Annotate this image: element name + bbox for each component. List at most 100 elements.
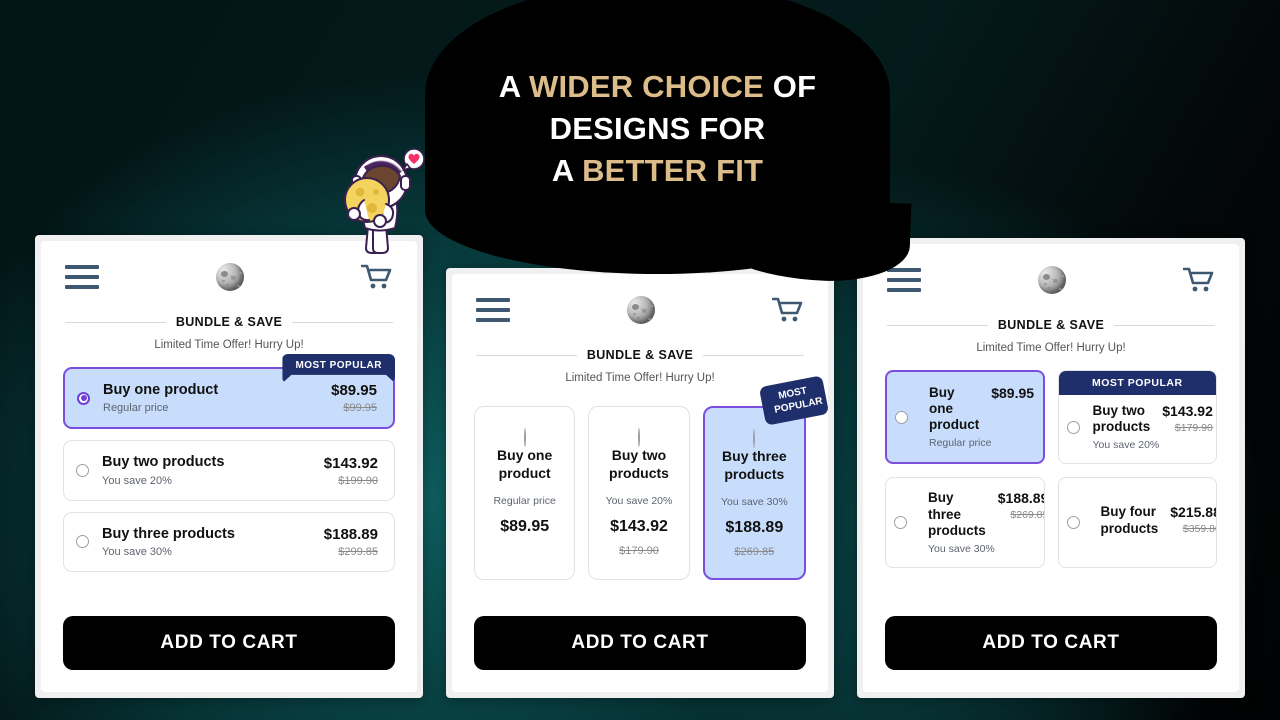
option-note: Regular price xyxy=(929,437,992,450)
bundle-subtitle: Limited Time Offer! Hurry Up! xyxy=(565,372,715,384)
bundle-option-cell[interactable]: Buy four products $215.88 $359.80 xyxy=(1057,477,1217,568)
phone-mockup-left: BUNDLE & SAVE Limited Time Offer! Hurry … xyxy=(35,235,423,698)
option-title: Buy three products xyxy=(928,490,986,538)
option-old-price xyxy=(483,545,566,559)
hamburger-menu-icon[interactable] xyxy=(476,298,510,322)
promo-banner: BUNDLE & SAVE Limited Time Offer! Hurry … xyxy=(0,0,1280,720)
phone-header-right xyxy=(863,244,1239,294)
option-radio[interactable] xyxy=(76,464,89,478)
phone-mockup-middle: BUNDLE & SAVE Limited Time Offer! Hurry … xyxy=(446,268,834,698)
bundle-title-row: BUNDLE & SAVE xyxy=(452,348,828,362)
option-title: Buy three products xyxy=(722,448,787,482)
option-price: $89.95 xyxy=(331,382,377,400)
headline-line-2: DESIGNS FOR xyxy=(549,111,766,147)
option-old-price: $269.85 xyxy=(1010,509,1043,522)
option-old-price: $359.80 xyxy=(1182,523,1216,536)
option-price: $143.92 xyxy=(610,517,668,535)
option-price: $188.89 xyxy=(323,525,378,543)
headline-seg-d: A xyxy=(551,153,583,189)
option-title: Buy three products xyxy=(102,525,235,542)
option-title: Buy two products xyxy=(1092,403,1151,435)
option-title: Buy one product xyxy=(929,384,980,433)
option-radio[interactable] xyxy=(1066,420,1080,434)
option-radio[interactable] xyxy=(1066,516,1080,530)
bundle-option-cell[interactable]: Buy one product $89.95 Regular price xyxy=(885,370,1045,465)
headline-text: A WIDER CHOICE OF DESIGNS FOR A BETTER F… xyxy=(425,66,890,192)
option-old-price: $199.90 xyxy=(338,474,378,487)
divider-right xyxy=(703,354,804,356)
headline-line-1: A WIDER CHOICE OF xyxy=(425,66,890,108)
moon-logo-icon xyxy=(216,263,244,291)
bundle-title-row: BUNDLE & SAVE xyxy=(863,318,1239,332)
option-radio[interactable] xyxy=(895,410,908,424)
moon-logo-icon xyxy=(627,296,655,324)
phone-screen-right: BUNDLE & SAVE Limited Time Offer! Hurry … xyxy=(863,244,1239,692)
shopping-cart-icon[interactable] xyxy=(771,297,804,323)
option-old-price: $299.85 xyxy=(338,545,378,558)
headline-line-3: A BETTER FIT xyxy=(425,150,890,192)
moon-logo-icon xyxy=(1038,266,1066,294)
bundle-option-row[interactable]: Buy two products You save 20% $143.92 $1… xyxy=(63,440,395,501)
bundle-title: BUNDLE & SAVE xyxy=(997,318,1105,332)
bundle-option-list-left: MOST POPULAR Buy one product Regular pri… xyxy=(41,354,417,573)
option-note: You save 30% xyxy=(720,495,788,508)
phone-header-middle xyxy=(452,274,828,324)
add-to-cart-button[interactable]: ADD TO CART xyxy=(474,616,806,670)
option-title: Buy two products xyxy=(102,454,225,471)
bundle-subtitle: Limited Time Offer! Hurry Up! xyxy=(154,339,304,351)
bundle-option-column[interactable]: Buy one product Regular price $89.95 xyxy=(474,406,576,580)
option-radio[interactable] xyxy=(637,428,640,447)
divider-right xyxy=(292,321,393,323)
phone-mockup-right: BUNDLE & SAVE Limited Time Offer! Hurry … xyxy=(857,238,1245,698)
option-price: $188.89 xyxy=(997,490,1045,507)
headline-seg-b: WIDER CHOICE xyxy=(529,69,764,104)
option-price: $89.95 xyxy=(500,517,550,535)
option-old-price: $179.90 xyxy=(1174,422,1213,434)
bundle-title: BUNDLE & SAVE xyxy=(175,315,283,329)
astronaut-mascot-illustration xyxy=(344,148,425,254)
headline-seg-a: A xyxy=(498,69,530,104)
option-note: You save 20% xyxy=(605,494,673,507)
option-price: $188.89 xyxy=(725,518,784,536)
divider-left xyxy=(887,324,988,326)
option-title: Buy one product xyxy=(103,382,219,398)
option-old-price: $179.90 xyxy=(619,544,659,557)
bundle-option-grid-right: Buy one product $89.95 Regular price MOS… xyxy=(863,370,1239,568)
option-title: Buy two products xyxy=(609,447,669,481)
option-note: You save 30% xyxy=(102,546,172,559)
most-popular-badge: MOST POPULAR xyxy=(282,354,395,383)
option-radio[interactable] xyxy=(753,429,756,448)
divider-right xyxy=(1114,324,1215,326)
option-price: $89.95 xyxy=(991,384,1035,401)
phone-screen-left: BUNDLE & SAVE Limited Time Offer! Hurry … xyxy=(41,241,417,692)
option-note: You save 30% xyxy=(928,542,995,555)
bundle-option-column[interactable]: MOST POPULAR Buy three products You save… xyxy=(702,375,828,580)
bundle-option-row[interactable]: MOST POPULAR Buy one product Regular pri… xyxy=(63,354,395,430)
heart-bubble-icon xyxy=(402,148,425,171)
bundle-subtitle: Limited Time Offer! Hurry Up! xyxy=(976,342,1126,354)
option-radio[interactable] xyxy=(76,535,89,549)
option-note: You save 20% xyxy=(102,474,172,487)
divider-left xyxy=(476,354,577,356)
headline-seg-c: OF xyxy=(763,69,817,104)
headline-seg-e: BETTER FIT xyxy=(582,153,764,189)
option-title: Buy one product xyxy=(497,447,553,481)
option-radio[interactable] xyxy=(523,428,526,447)
bundle-option-cell[interactable]: Buy three products $188.89 $269.85 You s… xyxy=(885,477,1045,568)
option-old-price: $99.95 xyxy=(343,402,377,415)
shopping-cart-icon[interactable] xyxy=(1182,267,1215,293)
add-to-cart-button[interactable]: ADD TO CART xyxy=(63,616,395,670)
option-price: $215.88 xyxy=(1170,504,1217,521)
bundle-option-row[interactable]: Buy three products You save 30% $188.89 … xyxy=(63,511,395,573)
add-to-cart-button[interactable]: ADD TO CART xyxy=(885,616,1217,670)
bundle-option-columns-middle: Buy one product Regular price $89.95 Buy… xyxy=(452,375,828,580)
bundle-option-column[interactable]: Buy two products You save 20% $143.92 $1… xyxy=(588,406,690,580)
shopping-cart-icon[interactable] xyxy=(360,264,393,290)
phone-screen-middle: BUNDLE & SAVE Limited Time Offer! Hurry … xyxy=(452,274,828,692)
bundle-option-cell[interactable]: MOST POPULAR Buy two products $143.92 $1… xyxy=(1057,370,1217,465)
option-radio[interactable] xyxy=(894,516,907,530)
hamburger-menu-icon[interactable] xyxy=(65,265,99,289)
option-note: Regular price xyxy=(103,402,169,415)
hamburger-menu-icon[interactable] xyxy=(887,268,921,292)
option-radio[interactable] xyxy=(77,391,90,405)
